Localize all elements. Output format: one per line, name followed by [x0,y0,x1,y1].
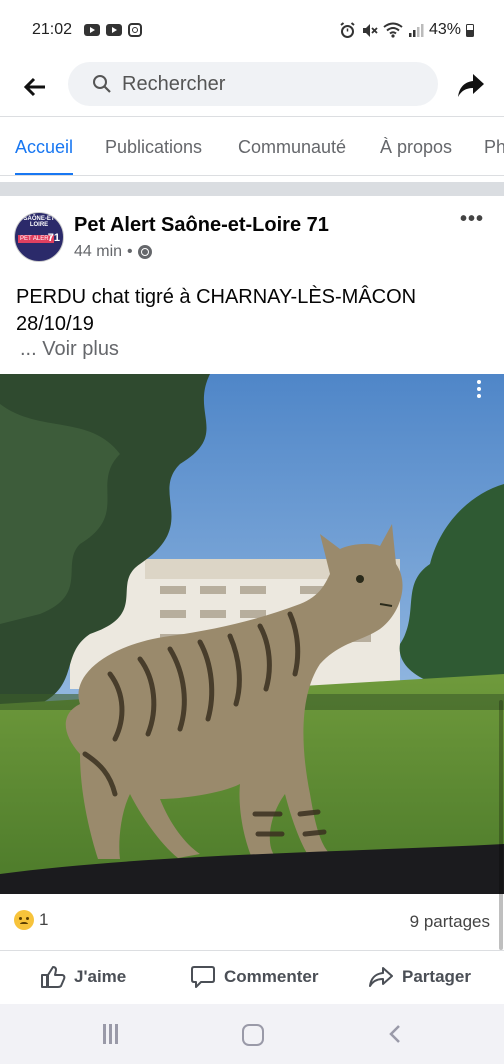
page-tabs: Accueil Publications Communauté À propos… [0,116,504,176]
meta-separator: • [127,243,133,260]
post-stats: 1 9 partages [0,906,504,938]
photo-options-icon[interactable] [476,380,482,400]
tab-accueil[interactable]: Accueil [15,117,74,175]
like-button[interactable]: J'aime [40,951,126,1003]
post-meta: 44 min • [74,243,152,261]
post-time[interactable]: 44 min [74,243,122,261]
share-icon [369,967,393,987]
youtube-icon [106,24,123,36]
arrow-left-icon [23,77,45,97]
comment-button[interactable]: Commenter [190,951,318,1003]
thumbs-up-icon [41,966,66,988]
reaction-count[interactable]: 1 [39,910,48,930]
tab-photos[interactable]: Ph [484,117,504,175]
system-back-button[interactable] [386,1024,406,1044]
scrollbar[interactable] [499,700,503,950]
post-text-line: 28/10/19 [16,313,94,335]
share-count[interactable]: 9 partages [410,912,490,932]
post-text-line: PERDU chat tigré à CHARNAY-LÈS-MÂCON [16,286,417,308]
comment-label: Commenter [224,967,319,986]
cat-photo-illustration [0,374,504,894]
search-header: Rechercher [0,60,504,116]
share-button[interactable]: Partager [368,951,471,1003]
signal-icon [408,24,424,37]
battery-icon [466,23,474,37]
post-photo[interactable] [0,374,504,894]
avatar-number: 71 [47,232,60,244]
tab-a-propos[interactable]: À propos [380,117,452,175]
home-button[interactable] [242,1024,264,1046]
tab-publications[interactable]: Publications [105,117,202,175]
search-placeholder: Rechercher [122,72,226,95]
back-button[interactable] [22,74,48,100]
tab-communaute[interactable]: Communauté [238,117,346,175]
like-label: J'aime [74,967,127,986]
page-avatar[interactable]: SAÔNE-ET LOIRE PET ALERT 71 [14,212,64,262]
battery-percent: 43% [428,21,461,38]
share-arrow-icon [458,74,484,97]
comment-icon [191,966,215,988]
sad-emoji-icon[interactable] [14,910,34,930]
section-divider [0,182,504,196]
post-actions: J'aime Commenter Partager [0,950,504,1002]
status-bar: 21:02 43% [0,0,504,60]
share-page-button[interactable] [456,72,486,102]
youtube-icon [84,24,101,36]
instagram-icon [128,23,143,37]
see-more-link[interactable]: ... Voir plus [20,338,119,361]
chevron-left-icon [389,1025,400,1043]
globe-icon [137,245,152,259]
mute-icon [362,23,378,37]
search-input[interactable]: Rechercher [68,62,438,106]
recent-apps-button[interactable] [103,1024,123,1044]
page-name[interactable]: Pet Alert Saône-et-Loire 71 [74,214,329,237]
ellipsis-icon: ••• [460,208,485,230]
alarm-icon [340,21,355,38]
search-icon [93,75,111,93]
post-options-button[interactable]: ••• [460,209,484,229]
avatar-region-text: SAÔNE-ET LOIRE [23,216,55,228]
system-nav-bar [0,1004,504,1064]
post-text: PERDU chat tigré à CHARNAY-LÈS-MÂCON 28/… [16,284,486,338]
share-label: Partager [402,967,471,986]
wifi-icon [383,22,403,38]
status-time: 21:02 [32,21,73,38]
